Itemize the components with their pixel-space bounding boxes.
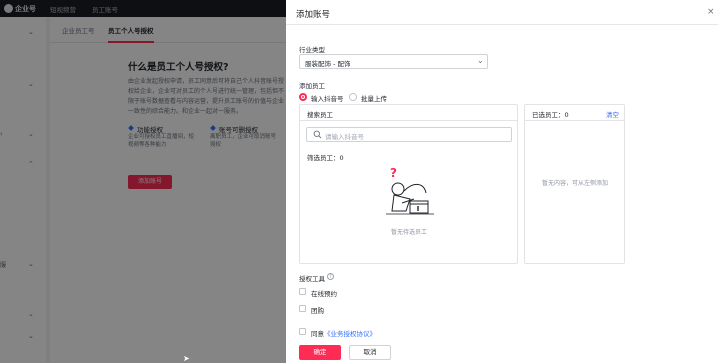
agree-text: 同意《业务授权协议》 (311, 328, 376, 338)
search-placeholder: 请输入抖音号 (325, 133, 364, 141)
empty-state-illustration: ? (386, 166, 434, 215)
empty-state-text: 暂无待选员工 (390, 229, 427, 236)
confirm-button[interactable]: 确定 (299, 345, 341, 360)
cancel-button[interactable]: 取消 (349, 345, 391, 360)
drawer-title: 添加账号 (296, 10, 331, 20)
chevron-down-icon: ⌄ (477, 56, 484, 65)
industry-select-value: 服装配饰 - 配饰 (305, 60, 351, 68)
radio-douyin-id-label[interactable]: 输入抖音号 (311, 93, 344, 103)
divider (286, 24, 718, 25)
panel-header: 已选员工：0 清空 (525, 105, 624, 121)
svg-text:?: ? (390, 166, 397, 180)
industry-label: 行业类型 (299, 46, 325, 54)
industry-select[interactable]: 服装配饰 - 配饰 ⌄ (299, 54, 488, 69)
agree-prefix: 同意 (311, 330, 324, 338)
filtered-count: 筛选员工：0 (307, 154, 344, 162)
authorization-tools-label: 授权工具 (299, 275, 325, 283)
radio-douyin-id[interactable] (299, 93, 307, 101)
panel-header: 搜索员工 (300, 105, 517, 121)
radio-batch-upload[interactable] (349, 93, 357, 101)
add-account-drawer: 添加账号 × 行业类型 服装配饰 - 配饰 ⌄ 添加员工 输入抖音号 批量上传 … (286, 0, 718, 363)
checkbox-online-booking-label[interactable]: 在线预约 (311, 288, 337, 298)
help-icon[interactable]: ? (327, 273, 334, 280)
radio-batch-upload-label[interactable]: 批量上传 (361, 93, 387, 103)
search-input[interactable]: 请输入抖音号 (306, 127, 512, 142)
mouse-cursor-icon: ➤ (183, 354, 190, 363)
checkbox-group-buying[interactable] (299, 305, 306, 312)
checkbox-agree[interactable] (299, 328, 306, 335)
close-icon[interactable]: × (707, 7, 715, 17)
empty-selected-text: 暂无内容，可从左侧添加 (541, 180, 608, 187)
search-employee-panel: 搜索员工 请输入抖音号 筛选员工：0 ? 暂无待选员工 (299, 104, 518, 264)
agreement-link[interactable]: 《业务授权协议》 (324, 330, 376, 338)
panel-header-title: 已选员工：0 (532, 111, 569, 119)
selected-employee-panel: 已选员工：0 清空 暂无内容，可从左侧添加 (524, 104, 625, 264)
add-employee-label: 添加员工 (299, 82, 325, 90)
checkbox-online-booking[interactable] (299, 288, 306, 295)
panel-header-title: 搜索员工 (307, 111, 333, 119)
clear-link[interactable]: 清空 (606, 109, 619, 119)
checkbox-group-buying-label[interactable]: 团购 (311, 305, 324, 315)
search-icon (313, 130, 322, 139)
